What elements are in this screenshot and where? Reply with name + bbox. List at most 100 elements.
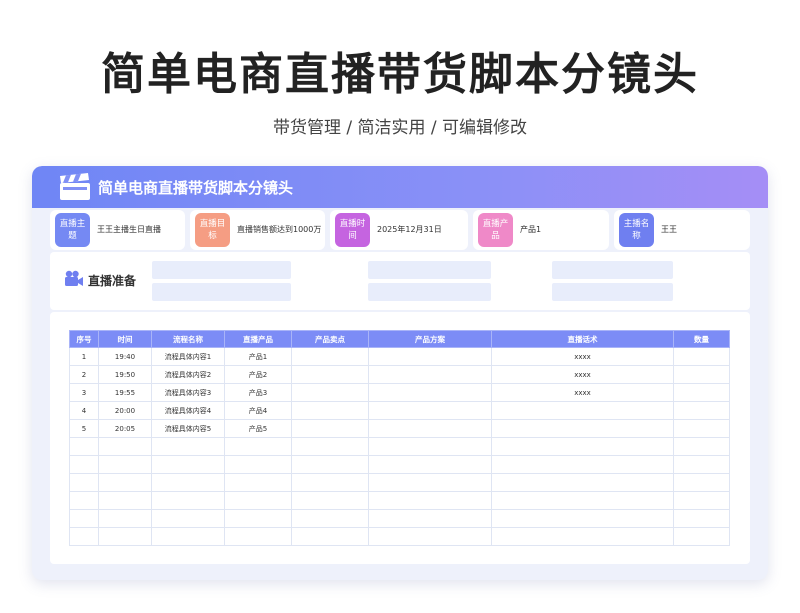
- table-cell[interactable]: [368, 383, 492, 402]
- table-cell[interactable]: xxxx: [491, 383, 674, 402]
- table-cell[interactable]: [98, 473, 152, 492]
- table-cell[interactable]: [673, 383, 730, 402]
- table-cell[interactable]: [69, 509, 99, 528]
- table-cell[interactable]: 流程具体内容4: [151, 401, 225, 420]
- info-box-theme: 直播主题 王王主播生日直播: [50, 210, 185, 250]
- table-cell[interactable]: 流程具体内容3: [151, 383, 225, 402]
- table-cell[interactable]: [98, 455, 152, 474]
- table-cell[interactable]: [291, 401, 369, 420]
- table-cell[interactable]: 19:40: [98, 347, 152, 366]
- table-cell[interactable]: [368, 437, 492, 456]
- prep-field[interactable]: [368, 261, 491, 279]
- prep-field[interactable]: [368, 283, 491, 301]
- table-cell[interactable]: 3: [69, 383, 99, 402]
- table-cell[interactable]: [151, 455, 225, 474]
- table-cell[interactable]: [491, 491, 674, 510]
- table-cell[interactable]: 产品3: [224, 383, 292, 402]
- table-cell[interactable]: [151, 437, 225, 456]
- table-cell[interactable]: [491, 455, 674, 474]
- table-cell[interactable]: [368, 455, 492, 474]
- table-cell[interactable]: [98, 509, 152, 528]
- table-cell[interactable]: [291, 437, 369, 456]
- table-cell[interactable]: [673, 347, 730, 366]
- table-cell[interactable]: [69, 527, 99, 546]
- table-cell[interactable]: [98, 491, 152, 510]
- table-cell[interactable]: [368, 401, 492, 420]
- table-cell[interactable]: [291, 527, 369, 546]
- table-cell[interactable]: [368, 419, 492, 438]
- table-cell[interactable]: [291, 455, 369, 474]
- table-cell[interactable]: [69, 455, 99, 474]
- table-cell[interactable]: [224, 509, 292, 528]
- table-cell[interactable]: [151, 473, 225, 492]
- table-cell[interactable]: 20:00: [98, 401, 152, 420]
- table-cell[interactable]: [673, 509, 730, 528]
- table-cell[interactable]: 19:50: [98, 365, 152, 384]
- table-cell[interactable]: 流程具体内容1: [151, 347, 225, 366]
- table-cell[interactable]: [673, 491, 730, 510]
- table-cell[interactable]: [673, 455, 730, 474]
- table-cell[interactable]: 2: [69, 365, 99, 384]
- table-cell[interactable]: 4: [69, 401, 99, 420]
- table-cell[interactable]: [673, 527, 730, 546]
- table-cell[interactable]: [673, 419, 730, 438]
- table-cell[interactable]: [98, 437, 152, 456]
- table-cell[interactable]: [291, 491, 369, 510]
- table-cell[interactable]: 产品5: [224, 419, 292, 438]
- table-cell[interactable]: [368, 365, 492, 384]
- table-cell[interactable]: [491, 509, 674, 528]
- table-cell[interactable]: [98, 527, 152, 546]
- table-cell[interactable]: [491, 419, 674, 438]
- info-value-host[interactable]: 王王: [661, 224, 677, 235]
- table-cell[interactable]: [151, 527, 225, 546]
- table-cell[interactable]: [368, 527, 492, 546]
- table-cell[interactable]: 1: [69, 347, 99, 366]
- table-cell[interactable]: [673, 437, 730, 456]
- prep-field[interactable]: [552, 261, 673, 279]
- table-cell[interactable]: [291, 473, 369, 492]
- info-value-theme[interactable]: 王王主播生日直播: [97, 224, 161, 235]
- table-cell[interactable]: [368, 473, 492, 492]
- table-cell[interactable]: 19:55: [98, 383, 152, 402]
- prep-field[interactable]: [552, 283, 673, 301]
- prep-field[interactable]: [152, 283, 291, 301]
- table-cell[interactable]: [151, 509, 225, 528]
- table-cell[interactable]: [69, 473, 99, 492]
- table-cell[interactable]: [368, 491, 492, 510]
- table-cell[interactable]: 产品2: [224, 365, 292, 384]
- table-cell[interactable]: [224, 455, 292, 474]
- table-cell[interactable]: [151, 491, 225, 510]
- table-cell[interactable]: 流程具体内容5: [151, 419, 225, 438]
- table-cell[interactable]: xxxx: [491, 347, 674, 366]
- table-cell[interactable]: 5: [69, 419, 99, 438]
- table-cell[interactable]: [673, 473, 730, 492]
- table-cell[interactable]: [291, 347, 369, 366]
- table-cell[interactable]: [368, 509, 492, 528]
- table-cell[interactable]: [224, 491, 292, 510]
- info-value-goal[interactable]: 直播销售额达到1000万: [237, 224, 321, 235]
- table-cell[interactable]: [291, 419, 369, 438]
- table-cell[interactable]: 20:05: [98, 419, 152, 438]
- table-cell[interactable]: [224, 527, 292, 546]
- info-value-product[interactable]: 产品1: [520, 224, 541, 235]
- table-cell[interactable]: [491, 527, 674, 546]
- table-cell[interactable]: xxxx: [491, 365, 674, 384]
- table-cell[interactable]: [673, 401, 730, 420]
- table-cell[interactable]: [224, 437, 292, 456]
- table-cell[interactable]: [491, 473, 674, 492]
- info-value-time[interactable]: 2025年12月31日: [377, 224, 442, 235]
- table-cell[interactable]: [291, 509, 369, 528]
- table-cell[interactable]: [291, 365, 369, 384]
- table-cell[interactable]: [491, 437, 674, 456]
- table-cell[interactable]: [69, 491, 99, 510]
- table-cell[interactable]: [368, 347, 492, 366]
- table-cell[interactable]: 产品1: [224, 347, 292, 366]
- table-cell[interactable]: [491, 401, 674, 420]
- table-cell[interactable]: [224, 473, 292, 492]
- prep-field[interactable]: [152, 261, 291, 279]
- table-cell[interactable]: [69, 437, 99, 456]
- table-cell[interactable]: 流程具体内容2: [151, 365, 225, 384]
- table-cell[interactable]: [291, 383, 369, 402]
- table-cell[interactable]: 产品4: [224, 401, 292, 420]
- table-cell[interactable]: [673, 365, 730, 384]
